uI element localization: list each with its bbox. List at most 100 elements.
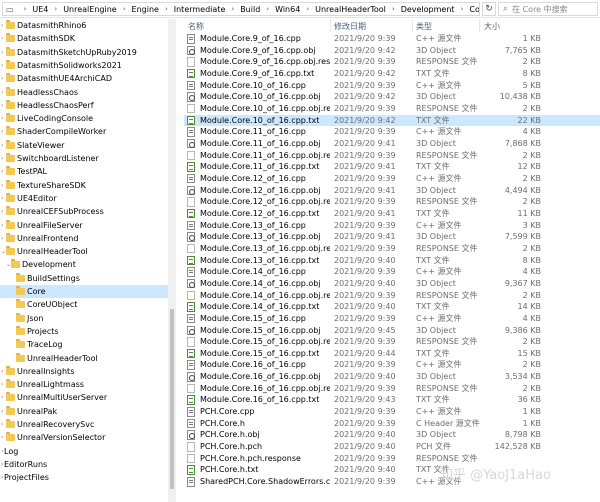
nav-item[interactable]: › ShaderCompileWorker xyxy=(0,125,168,138)
breadcrumb-separator-icon[interactable]: › xyxy=(301,5,314,13)
breadcrumb-item[interactable]: Engine xyxy=(131,5,160,14)
file-row[interactable]: Module.Core.9_of_16.cpp.txt 2021/9/20 9:4… xyxy=(184,68,600,80)
file-row[interactable]: Module.Core.14_of_16.cpp.txt 2021/9/20 9:… xyxy=(184,301,600,313)
breadcrumb-separator-icon[interactable]: › xyxy=(261,5,274,13)
file-row[interactable]: Module.Core.16_of_16.cpp 2021/9/20 9:39 C+… xyxy=(184,359,600,371)
expand-chevron-icon[interactable]: › xyxy=(1,46,3,59)
search-input[interactable] xyxy=(512,4,593,14)
file-row[interactable]: Module.Core.16_of_16.cpp.obj 2021/9/20 9:… xyxy=(184,371,600,383)
nav-item[interactable]: BuildSettings xyxy=(0,272,168,285)
expand-chevron-icon[interactable]: › xyxy=(1,192,3,205)
nav-item[interactable]: › UnrealInsights xyxy=(0,365,168,378)
file-row[interactable]: Module.Core.13_of_16.cpp.obj.respo... 202… xyxy=(184,243,600,255)
expand-chevron-icon[interactable]: › xyxy=(1,418,3,431)
expand-chevron-icon[interactable]: › xyxy=(1,99,3,112)
nav-item[interactable]: › UnrealLightmass xyxy=(0,378,168,391)
file-row[interactable]: Module.Core.15_of_16.cpp.txt 2021/9/20 9:… xyxy=(184,348,600,360)
file-row[interactable]: Module.Core.11_of_16.cpp.txt 2021/9/20 9:… xyxy=(184,161,600,173)
expand-chevron-icon[interactable]: › xyxy=(1,219,3,232)
file-row[interactable]: PCH.Core.h.pch.response 2021/9/20 9:39 RES… xyxy=(184,453,600,465)
expand-chevron-icon[interactable]: › xyxy=(1,165,3,178)
expand-chevron-icon[interactable]: › xyxy=(1,152,3,165)
expand-chevron-icon[interactable]: › xyxy=(1,19,3,32)
nav-item[interactable]: › UnrealFrontend xyxy=(0,232,168,245)
file-row[interactable]: Module.Core.10_of_16.cpp.obj.respo... 202… xyxy=(184,103,600,115)
file-row[interactable]: Module.Core.12_of_16.cpp.txt 2021/9/20 9:… xyxy=(184,208,600,220)
nav-item[interactable]: › UnrealCEFSubProcess xyxy=(0,205,168,218)
expand-chevron-icon[interactable]: › xyxy=(1,125,3,138)
breadcrumb-separator-icon[interactable]: › xyxy=(456,5,469,13)
expand-chevron-icon[interactable]: › xyxy=(1,405,3,418)
address-bar[interactable]: ▭ › UE4 › UnrealEngine › Engine › Intermediate ›… xyxy=(2,2,480,16)
nav-item[interactable]: › TextureShareSDK xyxy=(0,179,168,192)
file-row[interactable]: Module.Core.15_of_16.cpp.obj.respo... 202… xyxy=(184,336,600,348)
nav-item[interactable]: › HeadlessChaos xyxy=(0,86,168,99)
breadcrumb-item[interactable]: UE4 xyxy=(31,5,49,14)
nav-item[interactable]: › ProjectFiles xyxy=(0,471,168,484)
file-row[interactable]: Module.Core.16_of_16.cpp.txt 2021/9/20 9:… xyxy=(184,394,600,406)
expand-chevron-icon[interactable]: › xyxy=(1,391,3,404)
nav-item[interactable]: › DatasmithSolidworks2021 xyxy=(0,59,168,72)
scrollbar-thumb[interactable] xyxy=(170,309,174,489)
breadcrumb-item[interactable]: UnrealEngine xyxy=(62,5,118,14)
file-row[interactable]: Module.Core.13_of_16.cpp.txt 2021/9/20 9:… xyxy=(184,255,600,267)
nav-item[interactable]: ⌄ Development xyxy=(0,258,168,271)
nav-item[interactable]: › UnrealVersionSelector xyxy=(0,431,168,444)
nav-item[interactable]: › UnrealPak xyxy=(0,405,168,418)
file-row[interactable]: Module.Core.12_of_16.cpp.obj.respo... 202… xyxy=(184,196,600,208)
nav-item[interactable]: › DatasmithSDK xyxy=(0,32,168,45)
breadcrumb-separator-icon[interactable]: › xyxy=(226,5,239,13)
column-type[interactable]: 类型 xyxy=(416,21,432,32)
file-row[interactable]: Module.Core.12_of_16.cpp.obj 2021/9/20 9:… xyxy=(184,185,600,197)
expand-chevron-icon[interactable]: › xyxy=(1,378,3,391)
file-row[interactable]: Module.Core.10_of_16.cpp.txt 2021/9/20 9:… xyxy=(184,114,600,127)
file-row[interactable]: Module.Core.11_of_16.cpp.obj.respo... 202… xyxy=(184,150,600,162)
file-row[interactable]: Module.Core.11_of_16.cpp.obj 2021/9/20 9:… xyxy=(184,138,600,150)
nav-item[interactable]: › SwitchboardListener xyxy=(0,152,168,165)
file-row[interactable]: PCH.Core.h.pch 2021/9/20 9:40 PCH 文件 142,52… xyxy=(184,441,600,453)
nav-item[interactable]: › EditorRuns xyxy=(0,458,168,471)
expand-chevron-icon[interactable]: › xyxy=(1,431,3,444)
nav-item[interactable]: › UE4Editor xyxy=(0,192,168,205)
breadcrumb-item[interactable]: Build xyxy=(239,5,261,14)
expand-chevron-icon[interactable]: › xyxy=(1,86,3,99)
nav-item[interactable]: › TestPAL xyxy=(0,165,168,178)
file-row[interactable]: PCH.Core.h.obj 2021/9/20 9:40 3D Object 8,7… xyxy=(184,429,600,441)
expand-chevron-icon[interactable]: › xyxy=(1,72,3,85)
breadcrumb-separator-icon[interactable]: › xyxy=(19,5,32,13)
breadcrumb-item[interactable]: UnrealHeaderTool xyxy=(314,5,387,14)
nav-item[interactable]: TraceLog xyxy=(0,338,168,351)
search-box[interactable]: ⌕ xyxy=(498,2,598,16)
expand-chevron-icon[interactable]: › xyxy=(1,232,3,245)
breadcrumb-separator-icon[interactable]: › xyxy=(49,5,62,13)
breadcrumb-separator-icon[interactable]: › xyxy=(118,5,131,13)
file-row[interactable]: Module.Core.15_of_16.cpp 2021/9/20 9:39 C+… xyxy=(184,313,600,325)
file-row[interactable]: PCH.Core.h 2021/9/20 9:39 C Header 源文件 1 KB xyxy=(184,418,600,430)
file-row[interactable]: Module.Core.14_of_16.cpp 2021/9/20 9:39 C+… xyxy=(184,266,600,278)
nav-item[interactable]: › Log xyxy=(0,445,168,458)
expand-chevron-icon[interactable]: › xyxy=(1,205,3,218)
nav-item[interactable]: UnrealHeaderTool xyxy=(0,352,168,365)
file-row[interactable]: Module.Core.15_of_16.cpp.obj 2021/9/20 9:… xyxy=(184,325,600,337)
nav-item[interactable]: › DatasmithSketchUpRuby2019 xyxy=(0,46,168,59)
nav-item[interactable]: › DatasmithRhino6 xyxy=(0,19,168,32)
file-row[interactable]: Module.Core.16_of_16.cpp.obj.respo... 202… xyxy=(184,383,600,395)
file-row[interactable]: Module.Core.13_of_16.cpp 2021/9/20 9:39 C+… xyxy=(184,220,600,232)
breadcrumb-separator-icon[interactable]: › xyxy=(160,5,173,13)
column-size[interactable]: 大小 xyxy=(484,21,500,32)
file-row[interactable]: Module.Core.9_of_16.cpp 2021/9/20 9:39 C++… xyxy=(184,33,600,45)
nav-item[interactable]: Json xyxy=(0,312,168,325)
file-row[interactable]: Module.Core.9_of_16.cpp.obj.response 2021… xyxy=(184,56,600,68)
breadcrumb-item[interactable]: Core xyxy=(468,5,479,14)
expand-chevron-icon[interactable]: › xyxy=(1,32,3,45)
refresh-button[interactable]: ↻ xyxy=(482,2,496,16)
file-row[interactable]: Module.Core.14_of_16.cpp.obj.respo... 202… xyxy=(184,290,600,302)
nav-item[interactable]: › HeadlessChaosPerf xyxy=(0,99,168,112)
column-name[interactable]: 名称 xyxy=(188,21,204,32)
expand-chevron-icon[interactable]: › xyxy=(1,139,3,152)
file-row[interactable]: Module.Core.10_of_16.cpp.obj 2021/9/20 9:… xyxy=(184,91,600,103)
breadcrumb-separator-icon[interactable]: › xyxy=(387,5,400,13)
expand-chevron-icon[interactable]: › xyxy=(1,365,3,378)
file-row[interactable]: Module.Core.11_of_16.cpp 2021/9/20 9:39 C+… xyxy=(184,126,600,138)
nav-item[interactable]: › UnrealRecoverySvc xyxy=(0,418,168,431)
